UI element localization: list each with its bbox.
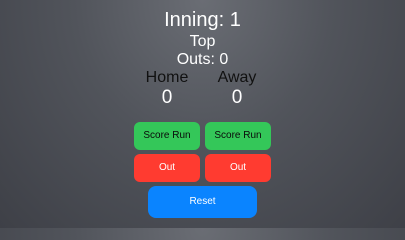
inning-label: Inning: 1 (164, 9, 241, 31)
away-team-label: Away (217, 69, 257, 86)
home-score: 0 (161, 87, 173, 108)
away-score-run-button[interactable]: Score Run (205, 122, 271, 150)
home-score-run-button[interactable]: Score Run (134, 122, 200, 150)
outs-label: Outs: 0 (176, 51, 229, 68)
away-score: 0 (231, 87, 243, 108)
away-out-button[interactable]: Out (205, 154, 271, 182)
inning-half-label: Top (189, 33, 216, 50)
home-team-label: Home (145, 69, 189, 86)
home-out-button[interactable]: Out (134, 154, 200, 182)
reset-button[interactable]: Reset (148, 186, 257, 218)
